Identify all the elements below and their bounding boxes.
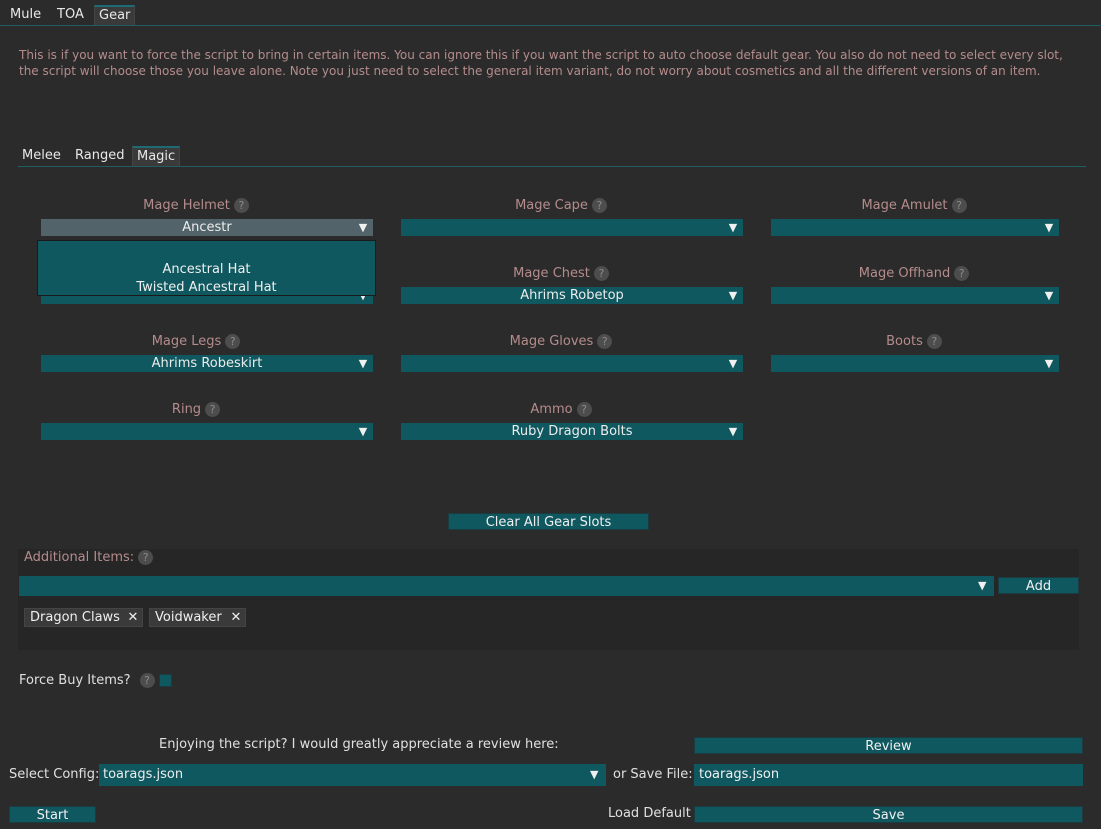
tab-toa[interactable]: TOA bbox=[53, 5, 88, 25]
help-icon[interactable]: ? bbox=[593, 266, 609, 281]
close-icon[interactable]: ✕ bbox=[127, 609, 139, 626]
mage-chest-combo[interactable]: Ahrims Robetop ▼ bbox=[401, 287, 743, 304]
help-icon[interactable]: ? bbox=[205, 402, 221, 417]
dropdown-option[interactable] bbox=[38, 243, 375, 261]
tab-melee[interactable]: Melee bbox=[18, 146, 65, 166]
review-text: Enjoying the script? I would greatly app… bbox=[159, 737, 559, 752]
dropdown-option-ancestral-hat[interactable]: Ancestral Hat bbox=[38, 261, 375, 279]
help-icon[interactable]: ? bbox=[591, 198, 607, 213]
mage-helmet-combo[interactable]: Ancestr ▼ bbox=[41, 219, 373, 236]
help-icon[interactable]: ? bbox=[926, 334, 942, 349]
mage-gloves-combo[interactable]: ▼ bbox=[401, 355, 743, 372]
slot-label-mage-offhand: Mage Offhand? bbox=[748, 265, 1080, 283]
slot-label-mage-gloves: Mage Gloves? bbox=[395, 333, 727, 351]
select-config-combo[interactable]: toarags.json ▼ bbox=[99, 764, 606, 786]
help-icon[interactable]: ? bbox=[954, 266, 970, 281]
subtab-divider bbox=[18, 166, 1086, 167]
save-file-label: or Save File: bbox=[613, 767, 693, 782]
chevron-down-icon: ▼ bbox=[1044, 221, 1054, 234]
chevron-down-icon: ▼ bbox=[728, 425, 738, 438]
help-icon[interactable]: ? bbox=[951, 198, 967, 213]
load-default-button[interactable]: Load Default bbox=[608, 805, 691, 823]
mage-legs-combo[interactable]: Ahrims Robeskirt ▼ bbox=[41, 355, 373, 372]
tab-gear[interactable]: Gear bbox=[94, 5, 136, 26]
chevron-down-icon: ▼ bbox=[728, 357, 738, 370]
slot-label-mage-amulet: Mage Amulet? bbox=[748, 197, 1080, 215]
help-icon[interactable]: ? bbox=[233, 198, 249, 213]
additional-items-panel bbox=[18, 549, 1079, 650]
slot-label-mage-cape: Mage Cape? bbox=[395, 197, 727, 215]
mage-cape-combo[interactable]: ▼ bbox=[401, 219, 743, 236]
tab-mule[interactable]: Mule bbox=[6, 5, 45, 25]
chevron-down-icon: ▼ bbox=[728, 289, 738, 302]
mage-amulet-combo[interactable]: ▼ bbox=[771, 219, 1059, 236]
mage-offhand-combo[interactable]: ▼ bbox=[771, 287, 1059, 304]
chevron-down-icon: ▼ bbox=[1044, 289, 1054, 302]
additional-items-label: Additional Items:? bbox=[24, 549, 154, 567]
help-icon[interactable]: ? bbox=[139, 673, 155, 688]
review-button[interactable]: Review bbox=[694, 737, 1083, 754]
force-buy-checkbox[interactable] bbox=[159, 674, 172, 687]
dropdown-option-twisted-ancestral-hat[interactable]: Twisted Ancestral Hat bbox=[38, 279, 375, 297]
start-button[interactable]: Start bbox=[9, 806, 96, 823]
help-icon[interactable]: ? bbox=[597, 334, 613, 349]
select-config-label: Select Config: bbox=[9, 767, 100, 782]
close-icon[interactable]: ✕ bbox=[230, 609, 242, 626]
chevron-down-icon: ▼ bbox=[728, 221, 738, 234]
add-item-button[interactable]: Add bbox=[998, 577, 1079, 594]
tab-ranged[interactable]: Ranged bbox=[71, 146, 128, 166]
chevron-down-icon: ▼ bbox=[358, 425, 368, 438]
help-icon[interactable]: ? bbox=[225, 334, 241, 349]
chevron-down-icon: ▼ bbox=[358, 357, 368, 370]
slot-label-ammo: Ammo? bbox=[395, 401, 727, 419]
tab-magic[interactable]: Magic bbox=[132, 146, 181, 166]
slot-label-mage-helmet: Mage Helmet? bbox=[30, 197, 362, 215]
help-icon[interactable]: ? bbox=[138, 550, 154, 565]
help-icon[interactable]: ? bbox=[576, 402, 592, 417]
tab-divider bbox=[0, 25, 1101, 26]
item-chip-dragon-claws: Dragon Claws ✕ bbox=[24, 608, 143, 627]
save-button[interactable]: Save bbox=[694, 806, 1083, 823]
chevron-down-icon: ▼ bbox=[978, 579, 987, 592]
slot-label-mage-legs: Mage Legs? bbox=[30, 333, 362, 351]
slot-label-ring: Ring? bbox=[30, 401, 362, 419]
chevron-down-icon: ▼ bbox=[590, 768, 599, 781]
boots-combo[interactable]: ▼ bbox=[771, 355, 1059, 372]
additional-items-input[interactable]: ▼ bbox=[19, 576, 994, 596]
ring-combo[interactable]: ▼ bbox=[41, 423, 373, 440]
mage-helmet-dropdown-list: Ancestral Hat Twisted Ancestral Hat bbox=[37, 240, 376, 296]
force-buy-label: Force Buy Items?? bbox=[19, 672, 155, 690]
save-file-input[interactable]: toarags.json bbox=[694, 764, 1083, 786]
slot-label-boots: Boots? bbox=[748, 333, 1080, 351]
slot-label-mage-chest: Mage Chest? bbox=[395, 265, 727, 283]
ammo-combo[interactable]: Ruby Dragon Bolts ▼ bbox=[401, 423, 743, 440]
clear-all-gear-slots-button[interactable]: Clear All Gear Slots bbox=[448, 513, 649, 530]
chevron-down-icon: ▼ bbox=[358, 221, 368, 234]
info-text: This is if you want to force the script … bbox=[19, 48, 1063, 78]
chevron-down-icon: ▼ bbox=[1044, 357, 1054, 370]
item-chip-voidwaker: Voidwaker ✕ bbox=[149, 608, 246, 627]
